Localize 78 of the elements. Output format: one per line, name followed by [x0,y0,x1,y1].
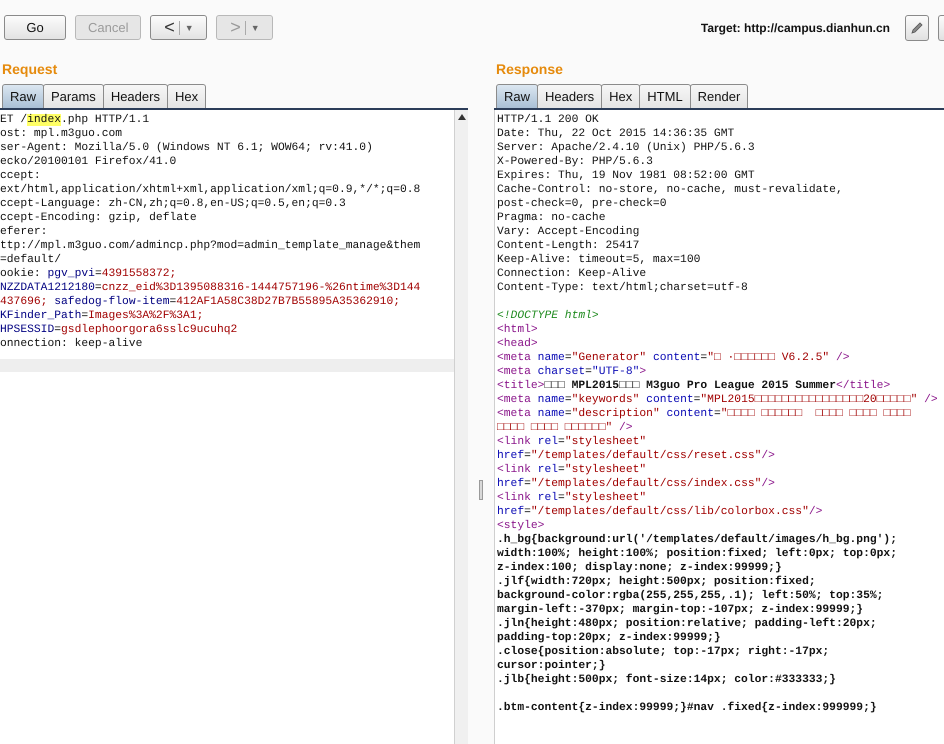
code-line: Cache-Control: no-store, no-cache, must-revalidate, [497,183,843,197]
code-line: HTTP/1.1 200 OK [497,113,600,127]
code-line: .close{position:absolute; top:-17px; right:-17px; [497,645,830,659]
pencil-icon [910,20,924,34]
code-line: <meta name="keywords" content="MPL2015□□□□□□□□□□□□□□□□20□□□□□" /> [497,393,938,407]
scrollbar[interactable] [454,110,468,744]
scroll-up-icon [458,114,466,120]
code-line: ET /index.php HTTP/1.1 [0,113,150,127]
code-line: Vary: Accept-Encoding [497,225,640,239]
code-line: post-check=0, pre-check=0 [497,197,668,211]
code-line: <meta charset="UTF-8"> [497,365,648,379]
code-line: NZZDATA1212180=cnzz_eid%3D1395088316-1444757196-%26ntime%3D144 [0,281,420,295]
code-line: 437696; safedog-flow-item=412AF1A58C38D27B7B55895A35362910; [0,295,400,309]
code-line: eferer: [0,225,48,239]
code-line: width:100%; height:100%; position:fixed; left:0px; top:0px; [497,547,898,561]
code-line: ser-Agent: Mozilla/5.0 (Windows NT 6.1; WOW64; rv:41.0) [0,141,373,155]
code-line: <meta name="description" content="□□□□ □□□□□□ □□□□ □□□□ □□□□ [497,407,912,421]
tab[interactable]: Hex [601,84,640,108]
code-line: ost: mpl.m3guo.com [0,127,122,141]
code-line: <meta name="Generator" content="□ ·□□□□□□ V6.2.5" /> [497,351,851,365]
code-line: □□□□ □□□□ □□□□□□" /> [497,421,634,435]
code-line: href="/templates/default/css/lib/colorbox.css"/> [497,505,824,519]
code-line: padding-top:20px; z-index:99999;} [497,631,722,645]
target-label: Target: http://campus.dianhun.cn [700,20,890,34]
code-line: Expires: Thu, 19 Nov 1981 08:52:00 GMT [497,169,756,183]
code-line: <style> [497,519,546,533]
code-line: margin-left:-370px; margin-top:-107px; z-index:99999;} [497,603,864,617]
code-line: ookie: pgv_pvi=4391558372; [0,267,176,281]
code-line: ccept-Encoding: gzip, deflate [0,211,197,225]
code-line: href="/templates/default/css/reset.css"/> [497,449,776,463]
back-button[interactable]: < ▼ [150,15,208,40]
code-line: <head> [497,337,539,351]
code-line: href="/templates/default/css/index.css"/> [497,477,776,491]
code-line: .btm-content{z-index:99999;}#nav .fixed{z-index:999999;} [497,701,877,715]
code-line: HPSESSID=gsdlephoorgora6sslc9ucuhq2 [0,323,238,337]
response-heading: Response [495,60,564,79]
code-line: Connection: Keep-Alive [497,267,648,281]
code-line: Pragma: no-cache [497,211,606,225]
code-line: z-index:100; display:none; z-index:99999;} [497,561,783,575]
tab[interactable]: Headers [537,84,602,108]
code-line: ccept-Language: zh-CN,zh;q=0.8,en-US;q=0.5,en;q=0.3 [0,197,346,211]
code-line: Server: Apache/2.4.10 (Unix) PHP/5.6.3 [497,141,756,155]
code-line: ecko/20100101 Firefox/41.0 [0,155,176,169]
tab[interactable]: HTML [639,84,691,108]
code-line: ext/html,application/xhtml+xml,application/xml;q=0.9,*/*;q=0.8 [0,183,420,197]
code-line: ttp://mpl.m3guo.com/admincp.php?mod=admin_template_manage&them [0,239,420,253]
code-line: <title>□□□ MPL2015□□□ M3guo Pro League 2015 Summer</title> [497,379,892,393]
request-heading: Request [1,60,58,79]
code-line: <link rel="stylesheet" [497,491,648,505]
tab[interactable]: Raw [2,84,44,108]
tab[interactable]: Params [43,84,104,108]
code-line: Content-Length: 25417 [497,239,640,253]
code-line: KFinder_Path=Images%3A%2F%3A1; [0,309,204,323]
code-line: onnection: keep-alive [0,337,142,351]
go-button[interactable]: Go [4,15,66,40]
toolbar-button[interactable] [938,14,944,40]
code-line: .jln{height:480px; position:relative; padding-left:20px; [497,617,878,631]
splitter-handle[interactable] [479,480,483,500]
code-line: <link rel="stylesheet" [497,463,648,477]
tab[interactable]: Render [690,84,748,108]
code-line: Keep-Alive: timeout=5, max=100 [497,253,702,267]
code-line: Date: Thu, 22 Oct 2015 14:36:35 GMT [497,127,736,141]
code-line: .h_bg{background:url('/templates/default/images/h_bg.png'); [497,533,898,547]
code-line: .jlf{width:720px; height:500px; position:fixed; [497,575,817,589]
tab[interactable]: Hex [166,84,206,108]
code-line: background-color:rgba(255,255,255,.1); left:50%; top:35%; [497,589,884,603]
code-line: =default/ [0,253,62,267]
code-line: <!DOCTYPE html> [497,309,600,323]
tab[interactable]: Headers [102,84,168,108]
code-line: <link rel="stylesheet" [497,435,648,449]
code-line: <html> [497,323,539,337]
edit-button[interactable] [905,14,929,40]
code-line: Content-Type: text/html;charset=utf-8 [497,281,749,295]
tab[interactable]: Raw [496,84,538,108]
code-line: ccept: [0,169,41,183]
code-line: X-Powered-By: PHP/5.6.3 [497,155,654,169]
code-line: .jlb{height:500px; font-size:14px; color:#333333;} [497,673,837,687]
code-line: cursor:pointer;} [497,659,606,673]
